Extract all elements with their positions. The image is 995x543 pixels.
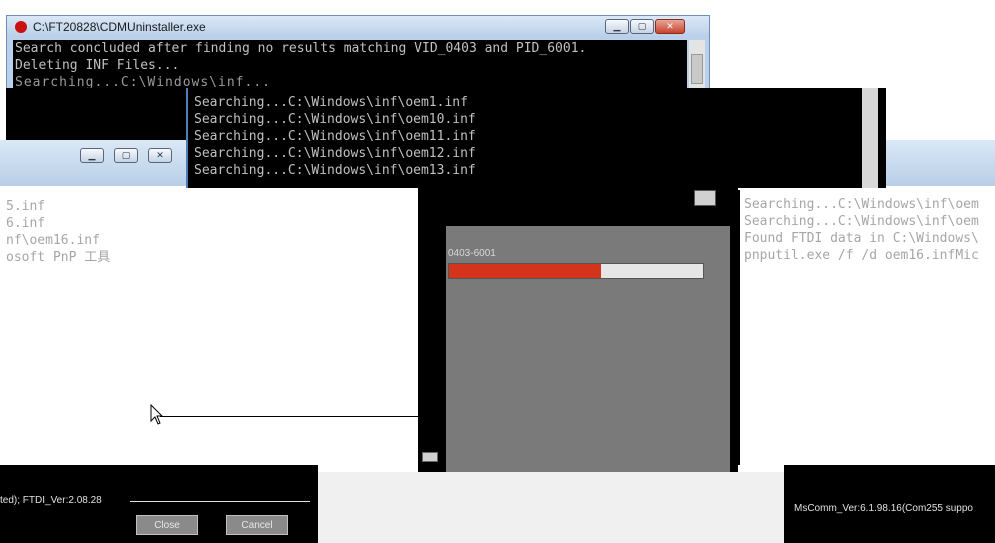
- left-blue-strip: ▁ ▢ ✕: [0, 140, 186, 186]
- inner-console: Searching...C:\Windows\inf\oem1.inf Sear…: [186, 88, 886, 188]
- version-text-left: ted); FTDI_Ver:2.08.28: [0, 495, 102, 506]
- right-blue-strip: [886, 140, 995, 186]
- minimize-icon: ▁: [613, 21, 621, 32]
- close-icon: ✕: [156, 150, 164, 161]
- top-console-window: C:\FT20828\CDMUninstaller.exe ▁ ▢ ✕ Sear…: [6, 15, 710, 95]
- scrollbar-thumb[interactable]: [691, 54, 703, 84]
- console-scrollbar[interactable]: [689, 40, 705, 94]
- minimize-button[interactable]: ▁: [605, 19, 629, 34]
- progress-fill: [449, 264, 602, 278]
- divider-line: [160, 416, 418, 417]
- console-line: Search concluded after finding no result…: [15, 41, 587, 56]
- maximize-button-2[interactable]: ▢: [114, 148, 138, 163]
- right-log-line: pnputil.exe /f /d oem16.infMic: [744, 248, 979, 263]
- maximize-icon: ▢: [637, 21, 647, 32]
- cancel-button[interactable]: Cancel: [226, 515, 288, 535]
- close-dialog-button[interactable]: Close: [136, 515, 198, 535]
- console-title-bar: C:\FT20828\CDMUninstaller.exe ▁ ▢ ✕: [7, 16, 709, 38]
- mouse-cursor-icon: [150, 404, 164, 425]
- cancel-label: Cancel: [241, 519, 273, 531]
- bottom-bar-left: ted); FTDI_Ver:2.08.28 Close Cancel: [0, 465, 318, 543]
- inner-console-line: Searching...C:\Windows\inf\oem12.inf: [194, 146, 476, 161]
- right-log-line: Searching...C:\Windows\inf\oem: [744, 214, 979, 229]
- version-text-right: MsComm_Ver:6.1.98.16(Com255 suppo: [794, 503, 973, 514]
- close-button[interactable]: ✕: [655, 19, 685, 34]
- progress-bar: [448, 263, 704, 279]
- inner-console-line: Searching...C:\Windows\inf\oem13.inf: [194, 163, 476, 178]
- progress-panel: 0403-6001: [446, 226, 730, 472]
- close-button-2[interactable]: ✕: [148, 148, 172, 163]
- left-log-line: 6.inf: [6, 216, 46, 231]
- inner-console-scrollbar[interactable]: [862, 88, 878, 188]
- top-console-body: Search concluded after finding no result…: [13, 40, 687, 94]
- left-log-panel: 5.inf 6.inf nf\oem16.inf osoft PnP 工具: [0, 190, 418, 465]
- close-icon: ✕: [666, 21, 674, 32]
- inner-console-line: Searching...C:\Windows\inf\oem11.inf: [194, 129, 476, 144]
- progress-label: 0403-6001: [448, 248, 496, 259]
- left-log-line: osoft PnP 工具: [6, 250, 111, 265]
- left-log-line: nf\oem16.inf: [6, 233, 100, 248]
- right-log-line: Found FTDI data in C:\Windows\: [744, 231, 979, 246]
- bottom-bar-center: [318, 472, 784, 543]
- right-log-line: Searching...C:\Windows\inf\oem: [744, 197, 979, 212]
- app-icon: [15, 21, 27, 33]
- minimize-button-2[interactable]: ▁: [80, 148, 104, 163]
- console-title: C:\FT20828\CDMUninstaller.exe: [33, 20, 206, 34]
- inner-console-line: Searching...C:\Windows\inf\oem10.inf: [194, 112, 476, 127]
- right-log-panel: Searching...C:\Windows\inf\oem Searching…: [738, 190, 995, 465]
- minimize-icon: ▁: [88, 150, 96, 161]
- separator-line: [130, 501, 310, 502]
- maximize-icon: ▢: [121, 150, 131, 161]
- bottom-bar-right: MsComm_Ver:6.1.98.16(Com255 suppo: [784, 465, 995, 543]
- maximize-button[interactable]: ▢: [630, 19, 654, 34]
- left-log-line: 5.inf: [6, 199, 46, 214]
- progress-icon: [694, 190, 716, 206]
- inner-console-line: Searching...C:\Windows\inf\oem1.inf: [194, 95, 468, 110]
- black-band-left: [6, 88, 186, 140]
- small-printer-icon: [422, 452, 438, 462]
- console-line: Deleting INF Files...: [15, 58, 180, 73]
- close-dialog-label: Close: [154, 519, 180, 531]
